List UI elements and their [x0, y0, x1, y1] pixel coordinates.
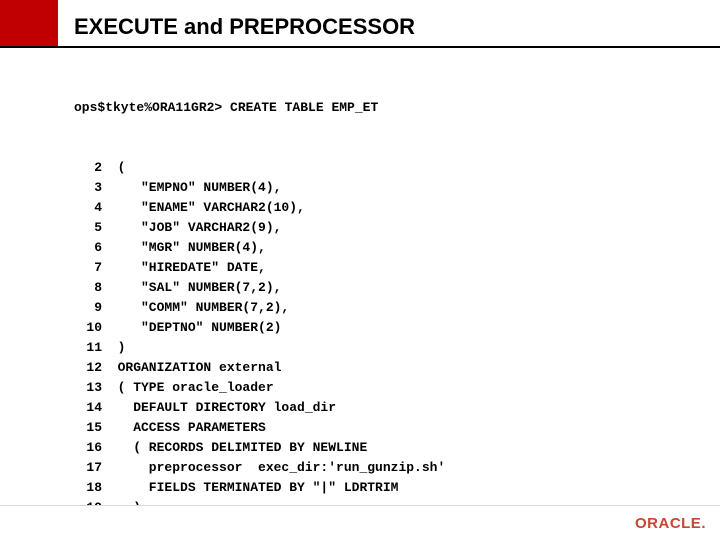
- code-line: 8 "SAL" NUMBER(7,2),: [74, 278, 445, 298]
- code-line: 15 ACCESS PARAMETERS: [74, 418, 445, 438]
- line-number: 17: [74, 458, 102, 478]
- oracle-logo-dot: .: [701, 515, 706, 532]
- code-line: 10 "DEPTNO" NUMBER(2): [74, 318, 445, 338]
- line-text: preprocessor exec_dir:'run_gunzip.sh': [102, 460, 445, 475]
- code-line: 17 preprocessor exec_dir:'run_gunzip.sh': [74, 458, 445, 478]
- slide: EXECUTE and PREPROCESSOR ops$tkyte%ORA11…: [0, 0, 720, 540]
- oracle-logo-text: ORACLE: [635, 515, 701, 532]
- code-line: 9 "COMM" NUMBER(7,2),: [74, 298, 445, 318]
- code-line: 2 (: [74, 158, 445, 178]
- code-line: 14 DEFAULT DIRECTORY load_dir: [74, 398, 445, 418]
- code-line: 6 "MGR" NUMBER(4),: [74, 238, 445, 258]
- line-text: ( RECORDS DELIMITED BY NEWLINE: [102, 440, 367, 455]
- line-number: 13: [74, 378, 102, 398]
- line-text: DEFAULT DIRECTORY load_dir: [102, 400, 336, 415]
- line-text: (: [102, 160, 125, 175]
- line-number: 16: [74, 438, 102, 458]
- slide-title: EXECUTE and PREPROCESSOR: [74, 14, 415, 40]
- line-number: 12: [74, 358, 102, 378]
- line-number: 18: [74, 478, 102, 498]
- line-number: 3: [74, 178, 102, 198]
- line-text: ORGANIZATION external: [102, 360, 281, 375]
- code-line: 18 FIELDS TERMINATED BY "|" LDRTRIM: [74, 478, 445, 498]
- line-number: 7: [74, 258, 102, 278]
- line-text: "SAL" NUMBER(7,2),: [102, 280, 281, 295]
- line-number: 14: [74, 398, 102, 418]
- line-text: ACCESS PARAMETERS: [102, 420, 266, 435]
- code-line: 16 ( RECORDS DELIMITED BY NEWLINE: [74, 438, 445, 458]
- code-line: 3 "EMPNO" NUMBER(4),: [74, 178, 445, 198]
- line-text: "COMM" NUMBER(7,2),: [102, 300, 289, 315]
- line-number: 11: [74, 338, 102, 358]
- footer-bar: ORACLE.: [0, 506, 720, 540]
- line-text: ): [102, 340, 125, 355]
- line-number: 15: [74, 418, 102, 438]
- line-text: "EMPNO" NUMBER(4),: [102, 180, 281, 195]
- line-number: 8: [74, 278, 102, 298]
- line-text: FIELDS TERMINATED BY "|" LDRTRIM: [102, 480, 398, 495]
- line-number: 6: [74, 238, 102, 258]
- line-text: "DEPTNO" NUMBER(2): [102, 320, 281, 335]
- line-text: "HIREDATE" DATE,: [102, 260, 266, 275]
- oracle-logo: ORACLE.: [635, 515, 706, 532]
- line-number: 4: [74, 198, 102, 218]
- line-text: "MGR" NUMBER(4),: [102, 240, 266, 255]
- code-line: 13 ( TYPE oracle_loader: [74, 378, 445, 398]
- code-line: 7 "HIREDATE" DATE,: [74, 258, 445, 278]
- code-line: 5 "JOB" VARCHAR2(9),: [74, 218, 445, 238]
- code-block: ops$tkyte%ORA11GR2> CREATE TABLE EMP_ET …: [74, 58, 445, 540]
- line-text: "JOB" VARCHAR2(9),: [102, 220, 281, 235]
- code-line: 12 ORGANIZATION external: [74, 358, 445, 378]
- code-line: 4 "ENAME" VARCHAR2(10),: [74, 198, 445, 218]
- top-rule: [0, 46, 720, 48]
- line-text: ( TYPE oracle_loader: [102, 380, 274, 395]
- code-prompt-line: ops$tkyte%ORA11GR2> CREATE TABLE EMP_ET: [74, 98, 445, 118]
- accent-block: [0, 0, 58, 46]
- line-number: 5: [74, 218, 102, 238]
- code-lines-container: 2 ( 3 "EMPNO" NUMBER(4), 4 "ENAME" VARCH…: [74, 158, 445, 540]
- line-text: "ENAME" VARCHAR2(10),: [102, 200, 305, 215]
- line-number: 10: [74, 318, 102, 338]
- code-line: 11 ): [74, 338, 445, 358]
- line-number: 2: [74, 158, 102, 178]
- line-number: 9: [74, 298, 102, 318]
